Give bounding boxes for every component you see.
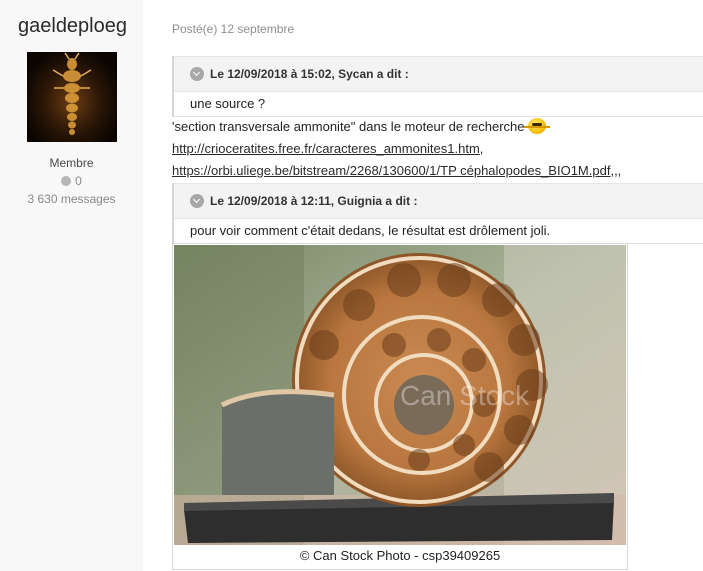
link-line-2: https://orbi.uliege.be/bitstream/2268/13… <box>172 163 621 178</box>
avatar[interactable] <box>27 52 117 142</box>
post-text: 'section transversale ammonite" dans le … <box>172 118 550 134</box>
link-crioceratites[interactable]: http://crioceratites.free.fr/caracteres_… <box>172 141 480 156</box>
link-line-1: http://crioceratites.free.fr/caracteres_… <box>172 141 483 156</box>
quote-citation: Le 12/09/2018 à 15:02, Sycan a dit : <box>210 67 409 81</box>
message-count: 3 630 messages <box>27 192 116 206</box>
chevron-down-icon[interactable] <box>190 67 204 81</box>
reputation-badge: 0 <box>0 174 143 188</box>
chevron-down-icon[interactable] <box>190 194 204 208</box>
reputation-icon <box>61 176 72 186</box>
quote-citation: Le 12/09/2018 à 12:11, Guignia a dit : <box>210 194 418 208</box>
image-caption: © Can Stock Photo - csp39409265 <box>299 548 501 563</box>
author-rank: Membre <box>49 156 94 170</box>
quote-block: Le 12/09/2018 à 12:11, Guignia a dit : p… <box>172 183 703 244</box>
author-sidebar: gaeldeploeg Membre 0 3 630 messages <box>0 0 143 571</box>
author-username[interactable]: gaeldeploeg <box>18 15 127 38</box>
quote-header[interactable]: Le 12/09/2018 à 15:02, Sycan a dit : <box>174 56 703 92</box>
link2-suffix: ,,, <box>610 163 622 178</box>
ammonite-image[interactable]: Can Stock © Can Stock Photo - csp3940926… <box>172 243 628 570</box>
quote-header[interactable]: Le 12/09/2018 à 12:11, Guignia a dit : <box>174 183 703 219</box>
smiley-icon <box>523 118 550 134</box>
ammonite-photo[interactable]: Can Stock <box>174 245 626 545</box>
quote-text: pour voir comment c'était dedans, le rés… <box>174 219 703 244</box>
link-orbi[interactable]: https://orbi.uliege.be/bitstream/2268/13… <box>172 163 610 178</box>
photo-watermark: Can Stock <box>400 380 530 411</box>
post-text-line: 'section transversale ammonite" dans le … <box>172 119 525 134</box>
quote-block: Le 12/09/2018 à 15:02, Sycan a dit : une… <box>172 56 703 117</box>
link1-suffix: , <box>479 141 484 156</box>
post-date[interactable]: Posté(e) 12 septembre <box>172 22 294 36</box>
reputation-value: 0 <box>75 174 82 188</box>
quote-text: une source ? <box>174 92 703 117</box>
